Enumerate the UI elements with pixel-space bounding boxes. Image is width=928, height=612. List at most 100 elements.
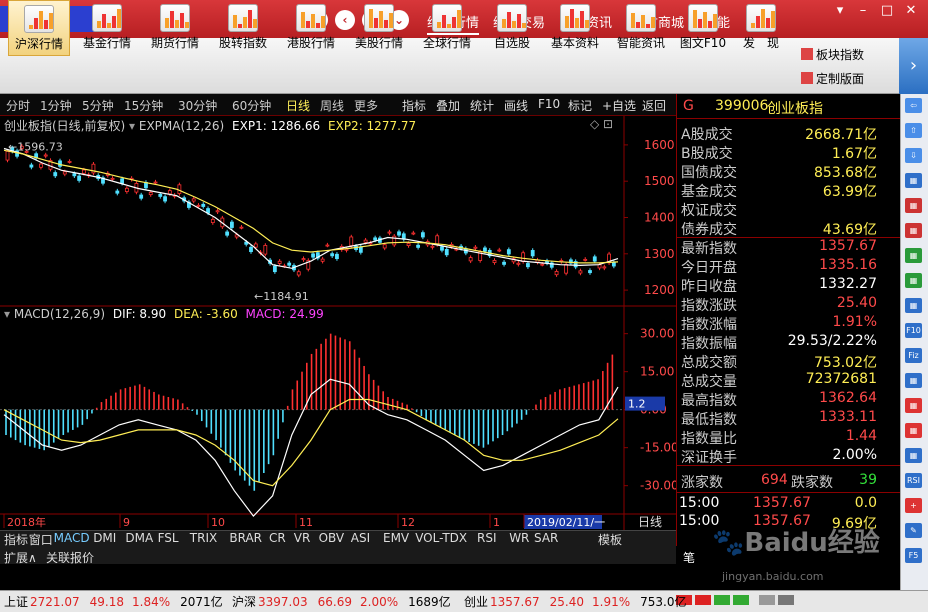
index-code: 399006 [715, 98, 769, 114]
maximize-icon[interactable]: □ [876, 2, 898, 20]
period-8[interactable]: 更多 [354, 97, 378, 114]
quote-value: 1335.16 [819, 257, 877, 273]
period-2[interactable]: 5分钟 [82, 97, 114, 114]
indicator-tab-9[interactable]: VR [294, 531, 311, 545]
quote-value: 29.53/2.22% [787, 333, 877, 349]
sector-index-button[interactable]: 板块指数 [801, 46, 864, 63]
candle-body [67, 161, 72, 163]
line-icon[interactable]: ▦ [905, 448, 922, 463]
tool-1[interactable]: 叠加 [436, 97, 460, 114]
indicator-tab-8[interactable]: CR [269, 531, 286, 545]
period-6[interactable]: 日线 [286, 97, 310, 114]
x-tick-label: 11 [299, 516, 313, 529]
indicator-tab-14[interactable]: RSI [477, 531, 497, 545]
collapse-icon[interactable]: ▾ [129, 119, 135, 133]
indicator-tab-1[interactable]: 窗口 [29, 531, 53, 548]
text-icon[interactable]: ▦ [905, 298, 922, 313]
arrow-left-icon[interactable]: ⇦ [905, 98, 922, 113]
toolbar-watchlist-7[interactable]: 自选股 [484, 0, 540, 56]
toolbar-globe-chart-6[interactable]: 全球行情 [416, 0, 478, 56]
f10-icon[interactable]: F10 [905, 323, 922, 338]
related-quote-tab[interactable]: 关联报价 [46, 549, 94, 566]
toolbar-bar-chart-1[interactable]: 基金行情 [76, 0, 138, 56]
period-4[interactable]: 30分钟 [178, 97, 217, 114]
macd-tick-label: -30.00 [640, 479, 676, 493]
skin-icon[interactable]: ▾ [829, 2, 851, 20]
macd-collapse-icon[interactable]: ▾ [4, 307, 10, 321]
tick-tab[interactable]: 笔 [683, 549, 695, 566]
toolbar-icon-bar [29, 25, 33, 29]
rsi-icon[interactable]: RSI [905, 473, 922, 488]
table-icon[interactable]: ▦ [905, 173, 922, 188]
chart-icon[interactable]: ▦ [905, 223, 922, 238]
toolbar-key-8[interactable]: 基本资料 [544, 0, 606, 56]
toolbar-stock-bars-4[interactable]: 港股行情 [280, 0, 342, 56]
tool-2[interactable]: 统计 [470, 97, 494, 114]
toolbar-icon-bar [651, 17, 655, 28]
indicator-tab-11[interactable]: ASI [351, 531, 370, 545]
period-5[interactable]: 60分钟 [232, 97, 271, 114]
market-indicator-bars [676, 594, 866, 608]
quote-label: 权证成交 [681, 203, 737, 219]
kline-chart[interactable]: 1600 1500 1400 1300 1200 ←1596.73 ←1184.91 30.0… [0, 116, 676, 530]
period-0[interactable]: 分时 [6, 97, 30, 114]
period-3[interactable]: 15分钟 [124, 97, 163, 114]
arrow-down-icon[interactable]: ⇩ [905, 148, 922, 163]
chart-icon[interactable]: ▦ [905, 198, 922, 213]
period-1[interactable]: 1分钟 [40, 97, 72, 114]
macd-tick-label: 15.00 [640, 365, 674, 379]
period-7[interactable]: 周线 [320, 97, 344, 114]
list-icon[interactable]: ▦ [905, 423, 922, 438]
f-icon[interactable]: ▦ [905, 373, 922, 388]
toolbar-key-9[interactable]: 智能资讯 [610, 0, 672, 56]
fiz-icon[interactable]: Fiz [905, 348, 922, 363]
status-index-2[interactable]: 创业 1357.67 25.40 1.91% 753.0亿 [464, 593, 686, 610]
indicator-tab-0[interactable]: 指标 [4, 531, 28, 548]
toolbar-label: 自选股 [493, 36, 530, 50]
pen-icon[interactable]: ✎ [905, 523, 922, 538]
tool-0[interactable]: 指标 [402, 97, 426, 114]
indicator-tab-3[interactable]: DMI [93, 531, 116, 545]
toolbar-grid-chart-3[interactable]: 股转指数 [212, 0, 274, 56]
indicator-tab-4[interactable]: DMA [125, 531, 153, 545]
toolbar-bars-rising-5[interactable]: 美股行情 [348, 0, 410, 56]
indicator-tab-7[interactable]: BRAR [229, 531, 262, 545]
tool-3[interactable]: 画线 [504, 97, 528, 114]
expand-tab[interactable]: 扩展∧ [4, 549, 37, 566]
indicator-tab-13[interactable]: VOL-TDX [415, 531, 467, 545]
toolbar-bar-chart-2[interactable]: 期货行情 [144, 0, 206, 56]
plus-icon[interactable]: + [905, 498, 922, 513]
close-icon[interactable]: ✕ [900, 2, 922, 20]
toolbar-line-chart-0[interactable]: 沪深行情 [8, 0, 70, 56]
status-price: 1357.67 [490, 595, 540, 609]
indicator-tab-12[interactable]: EMV [383, 531, 409, 545]
indicator-tab-5[interactable]: FSL [158, 531, 179, 545]
toolbar-icon-bar [713, 14, 717, 28]
toolbar-scroll-icon[interactable]: › [899, 38, 928, 94]
toolbar-discover-chart-11[interactable]: 发 现 [734, 0, 788, 56]
custom-layout-button[interactable]: 定制版面 [801, 70, 864, 87]
tool-7[interactable]: 返回 [642, 97, 666, 114]
f5-icon[interactable]: F5 [905, 548, 922, 563]
toolbar-icon-bar [457, 10, 461, 28]
indicator-tab-15[interactable]: WR [509, 531, 529, 545]
tool-6[interactable]: +自选 [602, 97, 636, 114]
indicator-tab-10[interactable]: OBV [319, 531, 345, 545]
status-price: 2721.07 [30, 595, 80, 609]
template-tab[interactable]: 模板 [598, 531, 622, 548]
watermark-url: jingyan.baidu.com [722, 570, 824, 583]
toolbar-pen-doc-10[interactable]: 图文F10 [676, 0, 730, 56]
minimize-icon[interactable]: – [852, 2, 874, 20]
list-icon[interactable]: ▦ [905, 398, 922, 413]
arrow-up-icon[interactable]: ⇧ [905, 123, 922, 138]
tool-5[interactable]: 标记 [568, 97, 592, 114]
indicator-tab-2[interactable]: MACD [54, 531, 90, 545]
status-index-1[interactable]: 沪深 3397.03 66.69 2.00% 1689亿 [232, 593, 451, 610]
indicator-tab-16[interactable]: SAR [534, 531, 558, 545]
status-index-0[interactable]: 上证 2721.07 49.18 1.84% 2071亿 [4, 593, 223, 610]
indicator-tab-6[interactable]: TRIX [190, 531, 217, 545]
tool-4[interactable]: F10 [538, 97, 560, 111]
fund-icon[interactable]: ▦ [905, 273, 922, 288]
fund-icon[interactable]: ▦ [905, 248, 922, 263]
chart-menu-icons[interactable]: ◇ ⊡ [590, 117, 613, 131]
